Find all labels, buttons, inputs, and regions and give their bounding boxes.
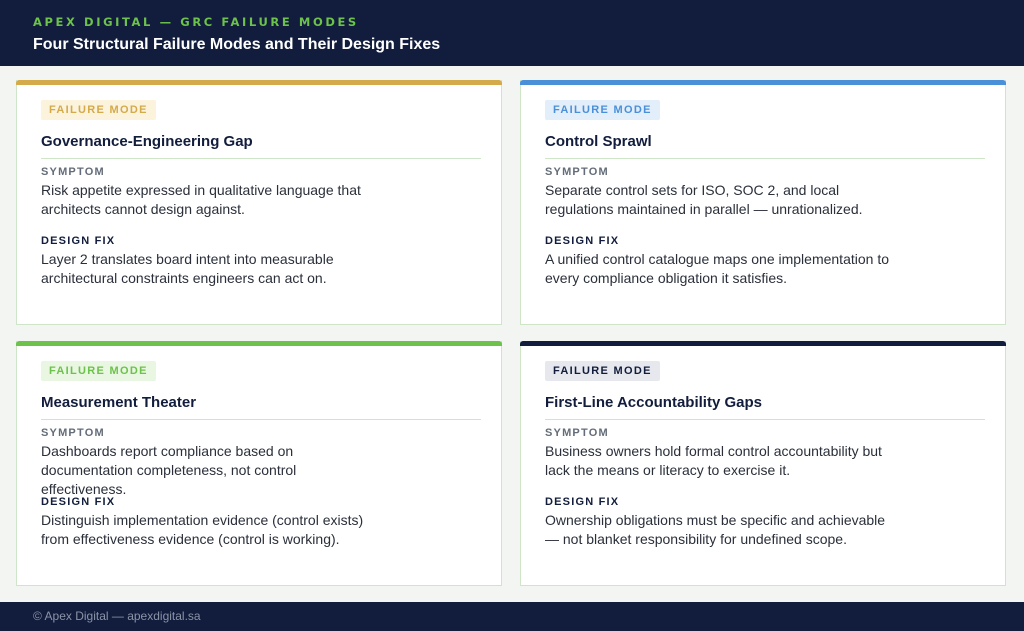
failure-mode-tag: FAILURE MODE	[41, 361, 156, 381]
symptom-text: Risk appetite expressed in qualitative l…	[41, 182, 361, 217]
symptom-label: SYMPTOM	[545, 166, 609, 178]
failure-mode-tag: FAILURE MODE	[545, 361, 660, 381]
failure-mode-grid: FAILURE MODE Governance-Engineering Gap …	[16, 80, 1008, 586]
failure-mode-tag: FAILURE MODE	[545, 100, 660, 120]
page-title: Four Structural Failure Modes and Their …	[33, 36, 441, 53]
card-title: Measurement Theater	[41, 394, 197, 411]
symptom-label: SYMPTOM	[545, 427, 609, 439]
card-title: Control Sprawl	[545, 133, 652, 150]
card-accent-bar	[520, 341, 1006, 346]
design-fix-label: DESIGN FIX	[41, 235, 116, 247]
design-fix-text: Distinguish implementation evidence (con…	[41, 512, 364, 547]
card-divider	[41, 158, 481, 159]
card-divider	[545, 158, 985, 159]
card-accent-bar	[16, 80, 502, 85]
design-fix-label: DESIGN FIX	[41, 496, 116, 508]
failure-mode-card: FAILURE MODE Control Sprawl SYMPTOM Sepa…	[520, 80, 1006, 325]
footer: © Apex Digital — apexdigital.sa	[0, 602, 1024, 631]
symptom-text: Business owners hold formal control acco…	[545, 443, 882, 478]
failure-mode-card: FAILURE MODE Measurement Theater SYMPTOM…	[16, 341, 502, 586]
card-title: Governance-Engineering Gap	[41, 133, 253, 150]
design-fix-text: A unified control catalogue maps one imp…	[545, 251, 889, 286]
header: APEX DIGITAL — GRC FAILURE MODES Four St…	[0, 0, 1024, 66]
symptom-text: Separate control sets for ISO, SOC 2, an…	[545, 182, 863, 217]
symptom-text: Dashboards report compliance based on do…	[41, 443, 297, 497]
symptom-label: SYMPTOM	[41, 166, 105, 178]
card-divider	[545, 419, 985, 420]
card-title: First-Line Accountability Gaps	[545, 394, 762, 411]
design-fix-label: DESIGN FIX	[545, 496, 620, 508]
card-divider	[41, 419, 481, 420]
card-accent-bar	[520, 80, 1006, 85]
header-eyebrow: APEX DIGITAL — GRC FAILURE MODES	[33, 15, 359, 29]
footer-copyright: © Apex Digital — apexdigital.sa	[33, 609, 201, 623]
failure-mode-tag: FAILURE MODE	[41, 100, 156, 120]
failure-mode-card: FAILURE MODE Governance-Engineering Gap …	[16, 80, 502, 325]
design-fix-text: Layer 2 translates board intent into mea…	[41, 251, 334, 286]
symptom-label: SYMPTOM	[41, 427, 105, 439]
card-accent-bar	[16, 341, 502, 346]
failure-mode-card: FAILURE MODE First-Line Accountability G…	[520, 341, 1006, 586]
design-fix-label: DESIGN FIX	[545, 235, 620, 247]
design-fix-text: Ownership obligations must be specific a…	[545, 512, 886, 547]
